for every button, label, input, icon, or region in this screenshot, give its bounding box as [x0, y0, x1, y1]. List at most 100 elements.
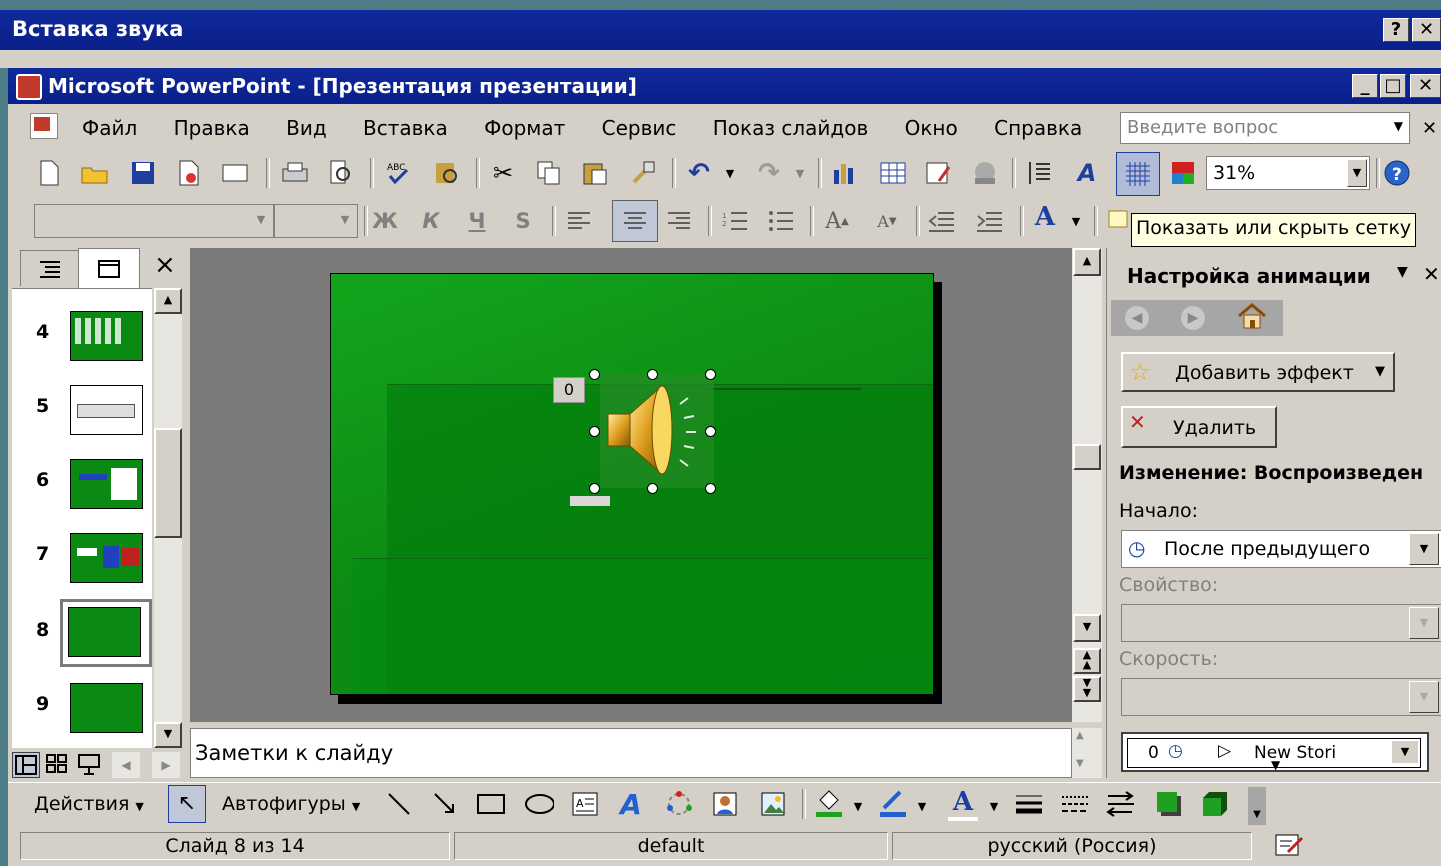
font-color-dropdown-icon[interactable]: ▼ — [1068, 206, 1084, 236]
scroll-down-button[interactable]: ▼ — [154, 722, 182, 748]
menu-slideshow[interactable]: Показ слайдов — [713, 116, 869, 140]
home-icon[interactable] — [1237, 302, 1269, 332]
scroll-thumb[interactable] — [154, 428, 182, 538]
show-formatting-icon[interactable]: A — [1072, 158, 1102, 188]
tab-outline[interactable] — [20, 250, 80, 286]
font-size-dropdown-icon[interactable]: ▼ — [335, 207, 355, 235]
underline-button[interactable]: Ч — [462, 206, 492, 236]
align-left-icon[interactable] — [564, 206, 594, 236]
sorter-view-icon[interactable] — [44, 752, 72, 778]
arrow-icon[interactable] — [430, 789, 460, 819]
font-color-icon[interactable]: A — [1030, 202, 1060, 232]
bullets-icon[interactable] — [766, 206, 796, 236]
menu-edit[interactable]: Правка — [174, 116, 250, 140]
speed-dropdown-icon[interactable]: ▼ — [1409, 681, 1439, 713]
property-dropdown-icon[interactable]: ▼ — [1409, 607, 1439, 639]
picture-icon[interactable] — [758, 789, 788, 819]
textbox-icon[interactable]: A — [570, 789, 600, 819]
shadow-style-icon[interactable] — [1154, 789, 1184, 819]
decrease-font-icon[interactable]: A ▼ — [872, 206, 902, 236]
next-slide-button[interactable]: ▼ ▼ — [1073, 676, 1101, 702]
workspace-scrollbar[interactable]: ▲ ▼ ▲ ▲ ▼ ▼ — [1072, 248, 1102, 722]
slides-panel-close[interactable]: × — [154, 250, 176, 280]
clipart-icon[interactable] — [710, 789, 740, 819]
paste-icon[interactable] — [580, 158, 610, 188]
slide-thumbnail-4[interactable] — [70, 311, 143, 361]
slideshow-view-icon[interactable] — [76, 752, 104, 778]
resize-handle[interactable] — [589, 483, 600, 494]
menu-tools[interactable]: Сервис — [602, 116, 677, 140]
resize-handle[interactable] — [705, 483, 716, 494]
property-select[interactable]: ▼ — [1121, 604, 1441, 642]
hscroll-left-button[interactable]: ◀ — [112, 752, 140, 778]
increase-font-icon[interactable]: A ▲ — [822, 206, 852, 236]
slide-thumbnail-7[interactable] — [70, 533, 143, 583]
speed-select[interactable]: ▼ — [1121, 678, 1441, 716]
scroll-down-button[interactable]: ▼ — [1073, 614, 1101, 642]
previous-slide-button[interactable]: ▲ ▲ — [1073, 648, 1101, 674]
font-name-dropdown-icon[interactable]: ▼ — [251, 207, 271, 235]
color-scheme-icon[interactable] — [1168, 158, 1198, 188]
oval-icon[interactable] — [524, 789, 554, 819]
print-preview-icon[interactable] — [326, 158, 356, 188]
undo-icon[interactable]: ↶ — [684, 158, 714, 188]
actions-menu[interactable]: Действия ▼ — [34, 793, 144, 815]
dialog-help-button[interactable]: ? — [1383, 18, 1409, 42]
align-center-icon[interactable] — [612, 200, 658, 242]
chart-icon[interactable] — [830, 158, 860, 188]
fill-color-dropdown-icon[interactable]: ▼ — [850, 791, 866, 821]
notes-scrollbar[interactable]: ▲ ▼ — [1072, 728, 1102, 778]
help-question-input[interactable]: Введите вопрос ▼ — [1120, 112, 1410, 144]
animation-item-dropdown-icon[interactable]: ▼ — [1392, 741, 1418, 763]
permission-icon[interactable] — [174, 158, 204, 188]
resize-handle[interactable] — [647, 369, 658, 380]
forward-icon[interactable]: ▶ — [1181, 306, 1205, 330]
back-icon[interactable]: ◀ — [1125, 306, 1149, 330]
notes-pane[interactable]: Заметки к слайду — [190, 728, 1072, 778]
undo-dropdown-icon[interactable]: ▼ — [722, 158, 738, 188]
shadow-button[interactable]: S — [508, 206, 538, 236]
format-painter-icon[interactable] — [628, 158, 658, 188]
slide-thumbnail-6[interactable] — [70, 459, 143, 509]
line-icon[interactable] — [384, 789, 414, 819]
resize-handle[interactable] — [647, 483, 658, 494]
normal-view-icon[interactable] — [12, 752, 40, 778]
table-icon[interactable] — [878, 158, 908, 188]
text-color-dropdown-icon[interactable]: ▼ — [986, 791, 1002, 821]
fill-color-icon[interactable] — [814, 787, 844, 817]
minimize-button[interactable]: _ — [1352, 74, 1378, 98]
add-effect-button[interactable]: ☆ Добавить эффект ▼ — [1121, 352, 1395, 392]
increase-indent-icon[interactable] — [974, 206, 1004, 236]
zoom-dropdown-icon[interactable]: ▼ — [1347, 159, 1367, 187]
list-expand-icon[interactable]: ▼ — [1271, 758, 1280, 772]
delete-button[interactable]: ✕ Удалить — [1121, 406, 1277, 448]
zoom-select[interactable]: 31% ▼ — [1206, 156, 1370, 190]
menu-window[interactable]: Окно — [905, 116, 958, 140]
line-color-dropdown-icon[interactable]: ▼ — [914, 791, 930, 821]
cut-icon[interactable]: ✂ — [488, 158, 518, 188]
text-color-icon[interactable]: A — [948, 787, 978, 821]
task-pane-close-icon[interactable]: ✕ — [1423, 262, 1440, 286]
new-icon[interactable] — [34, 158, 64, 188]
toolbar-options-icon[interactable]: ▼ — [1248, 787, 1266, 825]
menu-help[interactable]: Справка — [994, 116, 1082, 140]
color-grayscale-icon[interactable] — [970, 158, 1000, 188]
slide-thumbnail-9[interactable] — [70, 683, 143, 733]
resize-handle[interactable] — [705, 369, 716, 380]
help-icon[interactable]: ? — [1382, 158, 1412, 188]
arrow-style-icon[interactable] — [1106, 789, 1136, 819]
scroll-up-button[interactable]: ▲ — [1076, 730, 1084, 741]
scroll-up-button[interactable]: ▲ — [1073, 248, 1101, 276]
design-icon[interactable] — [1104, 204, 1134, 234]
menu-insert[interactable]: Вставка — [363, 116, 448, 140]
start-dropdown-icon[interactable]: ▼ — [1409, 533, 1439, 565]
open-icon[interactable] — [80, 158, 110, 188]
select-objects-icon[interactable]: ↖ — [168, 785, 206, 823]
close-button[interactable]: ✕ — [1410, 74, 1441, 98]
italic-button[interactable]: К — [416, 206, 446, 236]
save-icon[interactable] — [128, 158, 158, 188]
dialog-close-button[interactable]: ✕ — [1412, 18, 1441, 42]
slide-thumbnail-5[interactable] — [70, 385, 143, 435]
slide-thumbnail-8[interactable] — [68, 607, 141, 657]
redo-dropdown-icon[interactable]: ▼ — [792, 158, 808, 188]
